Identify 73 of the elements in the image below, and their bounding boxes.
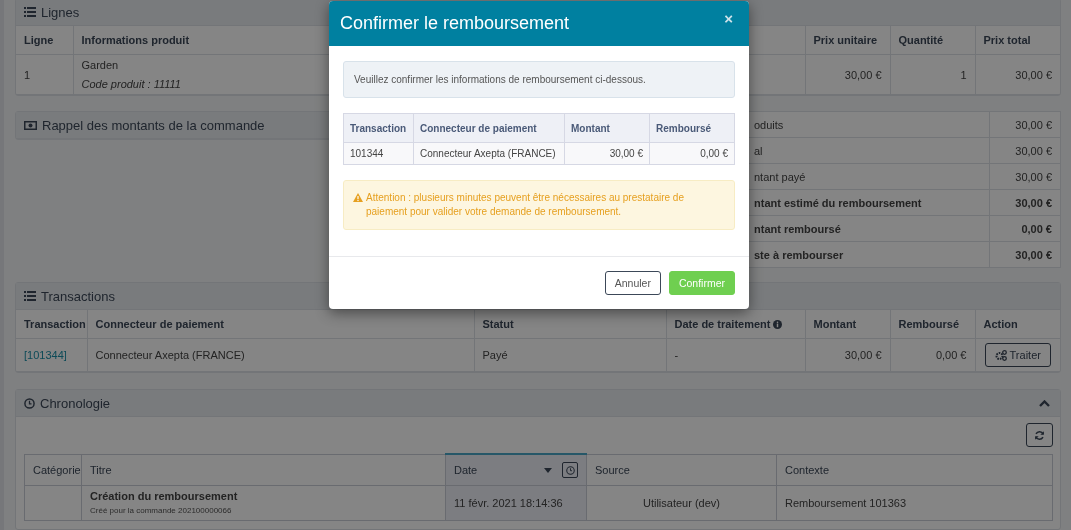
list-icon (24, 7, 36, 17)
column-header: Montant (813, 318, 857, 330)
process-button[interactable]: Traiter (984, 343, 1051, 367)
panel-title: Rappel des montants de la commande (42, 117, 265, 133)
summary-value: 30,00 € (989, 163, 1061, 190)
table-cell: - (666, 338, 805, 372)
collapse-icon[interactable] (1039, 399, 1050, 407)
table-cell: 1 (890, 54, 975, 95)
column-header: Transaction (24, 318, 86, 330)
summary-label: ntant payé (754, 170, 806, 183)
column-header: Connecteur de paiement (95, 318, 224, 330)
summary-value: 30,00 € (989, 241, 1061, 268)
table-cell: 30,00 € (805, 338, 890, 372)
table-cell: 101344 (343, 142, 414, 165)
refresh-icon (1034, 429, 1045, 441)
cancel-button[interactable]: Annuler (604, 271, 661, 295)
column-header: Connecteur de paiement (413, 113, 565, 143)
warning-message: Attention : plusieurs minutes peuvent être nécessaires au prestataire de paiement pour valider votre demande de remboursement. (366, 191, 685, 219)
table-cell: Connecteur Axepta (FRANCE) (87, 338, 474, 372)
table-cell: Utilisateur (dev) (586, 485, 777, 521)
close-button[interactable]: × (720, 10, 737, 27)
info-message: Veuillez confirmer les informations de remboursement ci-dessous. (343, 61, 735, 98)
column-header: Quantité (890, 26, 975, 55)
column-header: Montant (564, 113, 650, 143)
column-header: Prix unitaire (805, 26, 890, 55)
table-cell: 1 (16, 54, 73, 95)
event-title: Création du remboursement (90, 489, 239, 504)
table-cell: Payé (474, 338, 666, 372)
refresh-button[interactable] (1026, 423, 1053, 447)
column-header: Remboursé (898, 318, 960, 330)
product-name: Garden (81, 57, 119, 73)
column-header: Remboursé (649, 113, 735, 143)
clock-icon (24, 397, 35, 409)
column-header: Titre (90, 463, 112, 476)
table-cell: 0,00 € (890, 338, 975, 372)
table-cell: 30,00 € (805, 54, 890, 95)
caret-icon[interactable] (544, 467, 552, 473)
column-header: Statut (482, 318, 514, 330)
transaction-link[interactable]: [101344] (24, 349, 67, 361)
panel-title: Transactions (41, 288, 115, 304)
table-cell: 11 févr. 2021 18:14:36 (445, 485, 587, 521)
summary-value: 0,00 € (989, 215, 1061, 242)
column-header: Action (983, 318, 1018, 330)
column-header: Ligne (16, 26, 73, 55)
clock-button[interactable] (562, 462, 578, 478)
warning-icon (353, 193, 363, 202)
summary-label: ntant remboursé (754, 222, 841, 235)
column-header: Date de traitement (674, 318, 771, 330)
summary-label: ntant estimé du remboursement (754, 196, 922, 209)
summary-label: al (754, 144, 763, 157)
summary-value: 30,00 € (989, 189, 1061, 216)
money-icon (24, 120, 37, 130)
column-header: Catégorie (33, 463, 81, 476)
list-icon (24, 291, 36, 301)
panel-title: Lignes (41, 4, 80, 20)
summary-value: 30,00 € (989, 137, 1061, 164)
column-header: Contexte (785, 463, 830, 476)
table-cell: Connecteur Axepta (FRANCE) (413, 142, 565, 165)
table-cell: Remboursement 101363 (776, 485, 1053, 521)
clock-icon (565, 465, 575, 475)
summary-label: ste à rembourser (754, 248, 844, 261)
summary-label: oduits (754, 118, 784, 131)
column-header[interactable]: Date (454, 464, 478, 476)
event-subtitle: Créé pour la commande 202100000066 (90, 505, 233, 517)
summary-value: 30,00 € (989, 111, 1061, 138)
table-cell: 30,00 € (975, 54, 1060, 95)
confirm-button[interactable]: Confirmer (668, 271, 735, 295)
column-header: Transaction (343, 113, 414, 143)
product-code: Code produit : 11111 (81, 76, 181, 92)
column-header: Source (595, 463, 630, 476)
column-header: Prix total (975, 26, 1060, 55)
gears-icon (994, 349, 1007, 361)
panel-title: Chronologie (40, 395, 111, 411)
